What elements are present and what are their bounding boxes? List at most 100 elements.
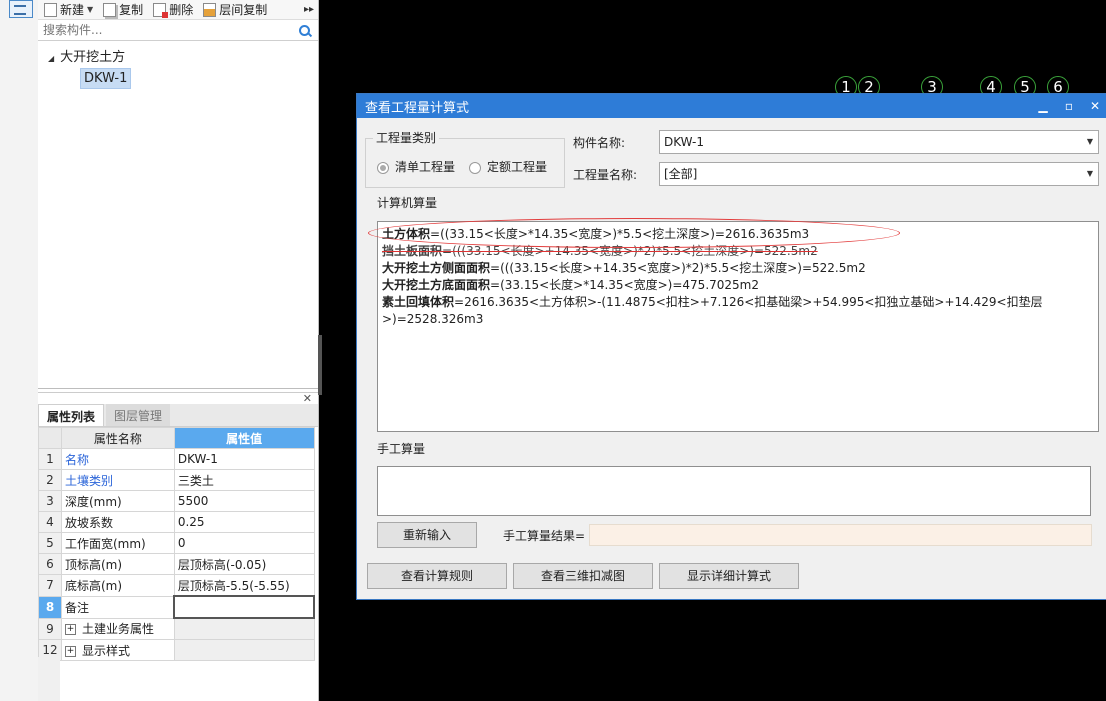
more-icon[interactable]: ▸▸ [304, 4, 314, 15]
new-button[interactable]: 新建 ▼ [44, 1, 93, 18]
calc-formula-box[interactable]: 土方体积=((33.15<长度>*14.35<宽度>)*5.5<挖土深度>)=2… [368, 218, 1099, 432]
manual-result-field [589, 524, 1092, 546]
table-row[interactable]: 9 + 土建业务属性 [38, 617, 315, 640]
expand-icon[interactable]: + [65, 645, 76, 657]
property-tabs: 属性列表 图层管理 [38, 404, 318, 427]
component-name-value: DKW-1 [664, 135, 705, 149]
prop-value[interactable]: 层顶标高-5.5(-5.55) [173, 574, 315, 597]
tab-properties[interactable]: 属性列表 [38, 404, 105, 426]
row-number: 7 [38, 574, 62, 597]
table-row[interactable]: 12 + 显示样式 [38, 639, 315, 661]
prop-name: 土建业务属性 [82, 622, 155, 637]
prop-value[interactable]: 0.25 [173, 511, 315, 533]
table-row[interactable]: 8 备注 [38, 595, 315, 619]
table-row[interactable]: 7 底标高(m) 层顶标高-5.5(-5.55) [38, 574, 315, 597]
layer-copy-button[interactable]: 层间复制 [203, 1, 267, 18]
prop-name: 显示样式 [82, 643, 131, 658]
tab-layers[interactable]: 图层管理 [106, 404, 171, 426]
row-number: 3 [38, 490, 62, 512]
search-icon[interactable] [299, 25, 310, 36]
formula-text: =((33.15<长度>*14.35<宽度>)*5.5<挖土深度>)=2616.… [430, 227, 810, 241]
radio-list-quantity[interactable]: 清单工程量 [377, 158, 455, 175]
prop-group-display[interactable]: + 显示样式 [61, 639, 175, 661]
formula-name: 素土回填体积 [382, 295, 455, 309]
row-number: 1 [38, 448, 62, 470]
expand-icon[interactable]: + [65, 624, 76, 636]
row-number: 2 [38, 469, 62, 491]
header-name: 属性名称 [61, 427, 175, 449]
prop-value[interactable]: DKW-1 [173, 448, 315, 470]
quantity-formula-dialog: 查看工程量计算式 ▁ ▫ ✕ 工程量类别 清单工程量 定额工程量 构件名称: D… [356, 93, 1106, 600]
close-icon[interactable]: ✕ [1089, 99, 1101, 113]
quantity-name-select[interactable]: [全部] ▼ [659, 162, 1099, 186]
radio-icon[interactable] [469, 161, 481, 174]
prop-name: 工作面宽(mm) [61, 532, 175, 554]
delete-button[interactable]: 删除 [153, 1, 193, 18]
delete-button-label: 删除 [169, 3, 194, 17]
table-row[interactable]: 1 名称 DKW-1 [38, 448, 315, 470]
formula-text: =2616.3635<土方体积>-(11.4875<扣柱>+7.126<扣基础梁… [382, 295, 1043, 326]
prop-name: 名称 [61, 448, 175, 470]
manual-section-title: 手工算量 [377, 442, 426, 456]
formula-line: 挡土板面积=(((33.15<长度>+14.35<宽度>)*2)*5.5<挖土深… [382, 243, 1094, 260]
panel-splitter[interactable] [318, 335, 322, 395]
prop-name: 顶标高(m) [61, 553, 175, 575]
formula-name: 大开挖土方底面面积 [382, 278, 491, 292]
panel-toggle-icon[interactable] [9, 0, 33, 18]
formula-text: =(((33.15<长度>+14.35<宽度>)*2)*5.5<挖土深度>)=5… [442, 244, 818, 258]
manual-calc-input[interactable] [377, 466, 1091, 516]
row-number: 8 [38, 595, 62, 619]
panel-toolbar: 新建 ▼ 复制 删除 层间复制 ▸▸ [38, 0, 318, 20]
prop-value[interactable]: 0 [173, 532, 315, 554]
view-3d-deduction-button[interactable]: 查看三维扣减图 [513, 563, 653, 589]
prop-group-civil[interactable]: + 土建业务属性 [61, 617, 175, 640]
show-detail-formula-button[interactable]: 显示详细计算式 [659, 563, 799, 589]
dialog-titlebar[interactable]: 查看工程量计算式 ▁ ▫ ✕ [357, 94, 1106, 118]
search-input[interactable] [41, 22, 295, 38]
minimize-icon[interactable]: ▁ [1037, 99, 1049, 113]
collapse-icon[interactable]: ◢ [48, 54, 54, 63]
formula-line: 土方体积=((33.15<长度>*14.35<宽度>)*5.5<挖土深度>)=2… [382, 226, 1094, 243]
prop-name: 深度(mm) [61, 490, 175, 512]
table-row[interactable]: 3 深度(mm) 5500 [38, 490, 315, 512]
chevron-down-icon[interactable]: ▼ [1087, 163, 1093, 185]
prop-value[interactable]: 层顶标高(-0.05) [173, 553, 315, 575]
window-controls: ▁ ▫ ✕ [1037, 99, 1101, 113]
tree-node-root[interactable]: ◢ 大开挖土方 [48, 46, 125, 65]
table-header: 属性名称 属性值 [38, 427, 315, 449]
header-value: 属性值 [173, 427, 315, 449]
component-tree: ◢ 大开挖土方 DKW-1 [38, 42, 318, 389]
copy-button[interactable]: 复制 [103, 1, 143, 18]
radio-icon[interactable] [377, 161, 389, 174]
delete-icon [153, 2, 169, 18]
table-gutter [38, 657, 60, 701]
search-bar [38, 20, 318, 41]
table-row[interactable]: 6 顶标高(m) 层顶标高(-0.05) [38, 553, 315, 575]
prop-value[interactable]: 三类土 [173, 469, 315, 491]
table-row[interactable]: 4 放坡系数 0.25 [38, 511, 315, 533]
chevron-down-icon[interactable]: ▼ [87, 5, 93, 14]
dialog-title: 查看工程量计算式 [365, 100, 470, 116]
formula-line: 素土回填体积=2616.3635<土方体积>-(11.4875<扣柱>+7.12… [382, 294, 1094, 328]
tree-node-dkw1[interactable]: DKW-1 [80, 68, 132, 89]
properties-table: 属性名称 属性值 1 名称 DKW-1 2 土壤类别 三类土 3 深度(mm) … [38, 427, 315, 661]
table-row[interactable]: 2 土壤类别 三类土 [38, 469, 315, 491]
view-rules-button[interactable]: 查看计算规则 [367, 563, 507, 589]
table-row[interactable]: 5 工作面宽(mm) 0 [38, 532, 315, 554]
reenter-button[interactable]: 重新输入 [377, 522, 477, 548]
prop-value[interactable]: 5500 [173, 490, 315, 512]
component-panel: 新建 ▼ 复制 删除 层间复制 ▸▸ ◢大开挖土方 DKW-1 ✕ 属性列表 图… [38, 0, 319, 701]
component-name-select[interactable]: DKW-1 ▼ [659, 130, 1099, 154]
formula-name: 大开挖土方侧面面积 [382, 261, 491, 275]
new-file-icon [44, 2, 57, 17]
row-number: 4 [38, 511, 62, 533]
chevron-down-icon[interactable]: ▼ [1087, 131, 1093, 153]
copy-button-label: 复制 [119, 3, 144, 17]
quantity-name-label: 工程量名称: [573, 168, 638, 182]
remark-input[interactable] [173, 595, 315, 619]
formula-name: 挡土板面积 [382, 244, 443, 258]
maximize-icon[interactable]: ▫ [1063, 99, 1075, 113]
formula-text: =(33.15<长度>*14.35<宽度>)=475.7025m2 [490, 278, 759, 292]
manual-result-label: 手工算量结果= [503, 529, 586, 543]
radio-quota-quantity[interactable]: 定额工程量 [469, 158, 547, 175]
